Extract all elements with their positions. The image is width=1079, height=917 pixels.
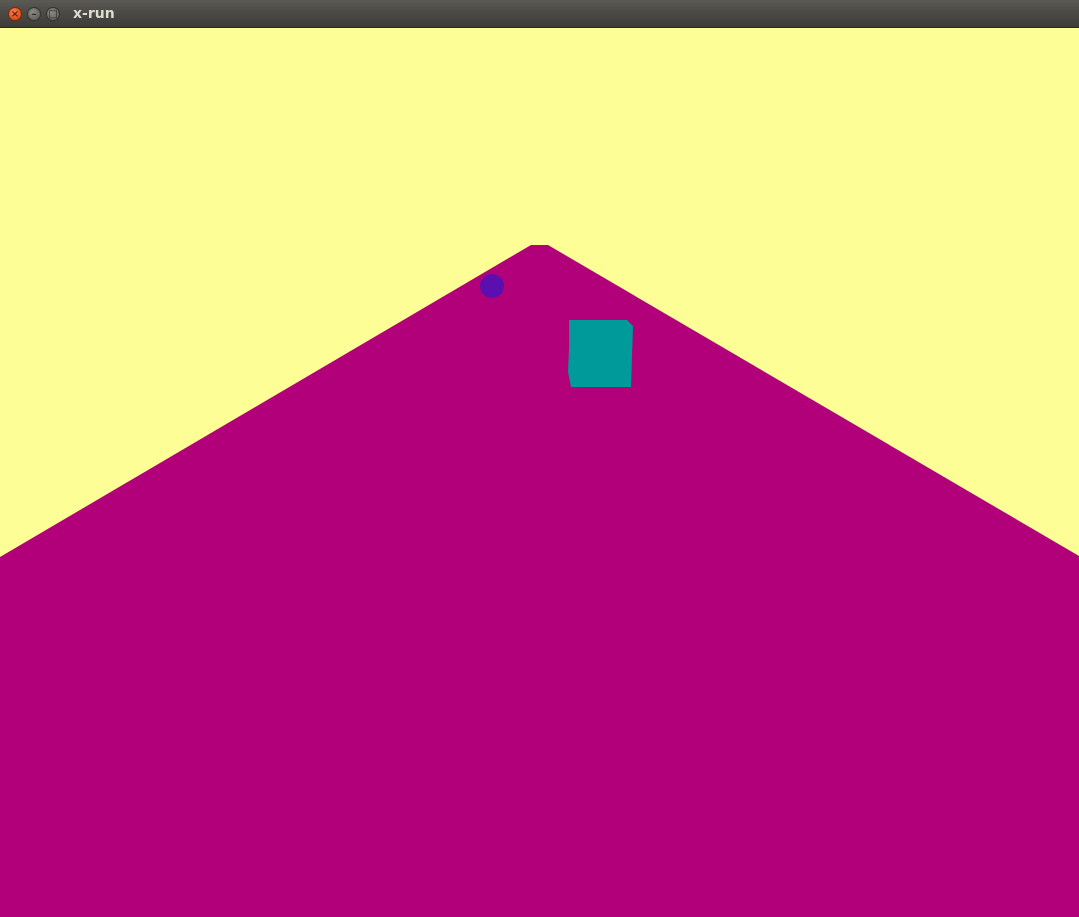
close-icon: × <box>10 9 20 20</box>
minimize-button[interactable]: – <box>27 7 41 21</box>
maximize-icon: □ <box>48 9 58 20</box>
game-window: × – □ x-run <box>0 0 1079 917</box>
game-canvas[interactable] <box>0 28 1079 917</box>
orb-obstacle <box>480 274 504 298</box>
close-button[interactable]: × <box>8 7 22 21</box>
maximize-button[interactable]: □ <box>46 7 60 21</box>
game-viewport[interactable] <box>0 28 1079 917</box>
minimize-icon: – <box>31 9 37 20</box>
title-bar[interactable]: × – □ x-run <box>0 0 1079 28</box>
player-cube <box>568 320 633 387</box>
window-title: x-run <box>73 6 115 22</box>
